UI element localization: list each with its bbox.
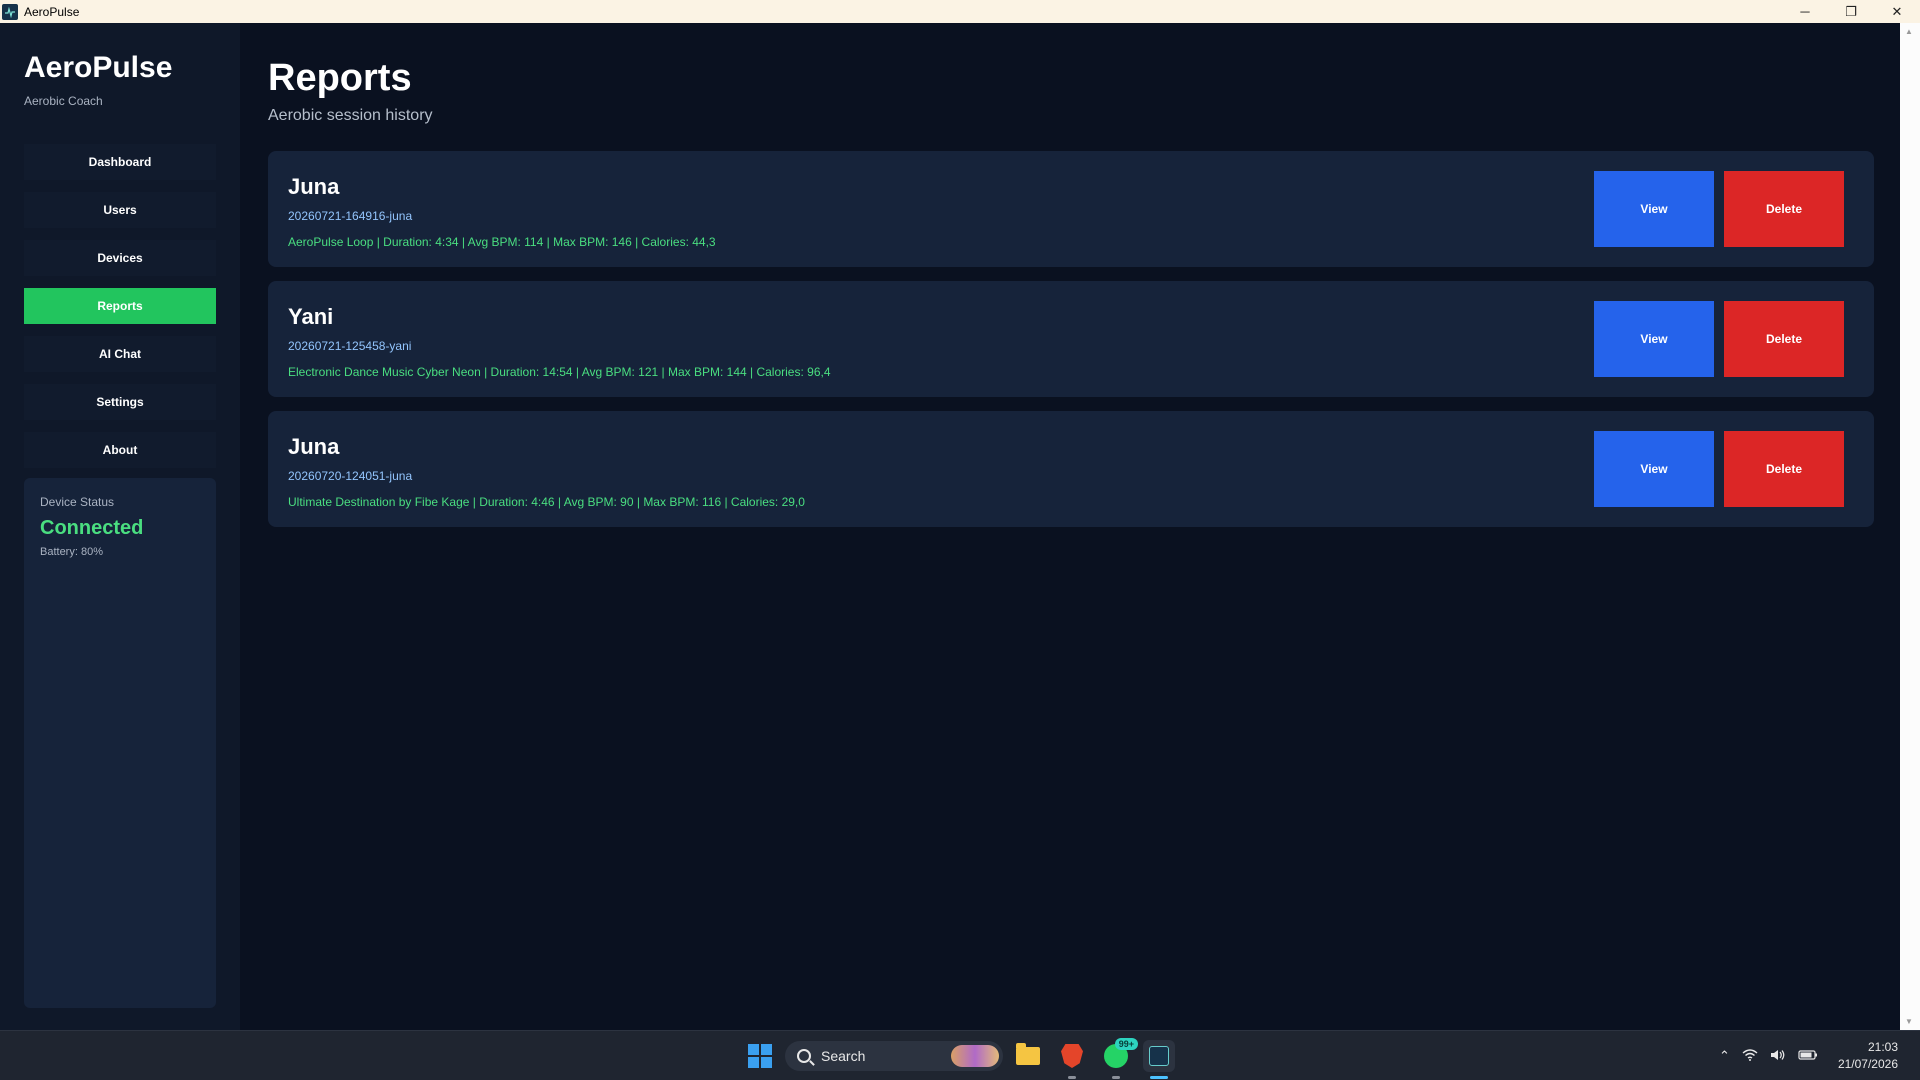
- window-titlebar: AeroPulse ─ ❐ ✕: [0, 0, 1920, 23]
- battery-level: Battery: 80%: [40, 546, 103, 558]
- search-icon: [797, 1049, 811, 1063]
- delete-report-button[interactable]: Delete: [1724, 301, 1844, 377]
- close-button[interactable]: ✕: [1874, 0, 1920, 23]
- clock-date: 21/07/2026: [1837, 1057, 1898, 1071]
- page-subtitle: Aerobic session history: [268, 107, 433, 124]
- report-card: Juna 20260721-164916-juna AeroPulse Loop…: [268, 151, 1874, 267]
- aeropulse-active-indicator: [1150, 1076, 1168, 1079]
- whatsapp-running-indicator: [1112, 1076, 1120, 1079]
- report-user-name: Yani: [288, 304, 334, 329]
- report-session-id: 20260720-124051-juna: [288, 469, 413, 483]
- report-list: Juna 20260721-164916-juna AeroPulse Loop…: [268, 151, 1874, 541]
- delete-report-button[interactable]: Delete: [1724, 431, 1844, 507]
- report-session-id: 20260721-125458-yani: [288, 339, 412, 353]
- main-content: Reports Aerobic session history Juna 202…: [240, 23, 1900, 1030]
- scroll-up-icon[interactable]: ▲: [1905, 27, 1913, 36]
- sidebar-nav: Dashboard Users Devices Reports AI Chat …: [24, 144, 216, 480]
- sidebar-item-dashboard[interactable]: Dashboard: [24, 144, 216, 180]
- taskbar-search[interactable]: Search: [785, 1041, 1003, 1071]
- window-controls: ─ ❐ ✕: [1782, 0, 1920, 23]
- minimize-button[interactable]: ─: [1782, 0, 1828, 23]
- whatsapp-icon[interactable]: 99+: [1100, 1038, 1138, 1072]
- whatsapp-badge: 99+: [1114, 1038, 1138, 1050]
- windows-start-icon[interactable]: [748, 1044, 772, 1068]
- taskbar-clock[interactable]: 21:03 21/07/2026: [1838, 1039, 1898, 1073]
- taskbar-search-label: Search: [821, 1048, 866, 1064]
- file-explorer-icon[interactable]: [1012, 1040, 1044, 1072]
- restore-button[interactable]: ❐: [1828, 0, 1874, 23]
- report-session-details: Electronic Dance Music Cyber Neon | Dura…: [288, 365, 831, 379]
- sidebar-item-devices[interactable]: Devices: [24, 240, 216, 276]
- sidebar-item-reports[interactable]: Reports: [24, 288, 216, 324]
- brave-running-indicator: [1068, 1076, 1076, 1079]
- battery-icon[interactable]: [1798, 1049, 1818, 1064]
- page-title: Reports: [268, 57, 412, 99]
- brave-browser-icon[interactable]: [1056, 1040, 1088, 1072]
- sidebar: AeroPulse Aerobic Coach Dashboard Users …: [0, 23, 240, 1030]
- brand-subtitle: Aerobic Coach: [24, 94, 103, 108]
- search-highlight-icon: [951, 1045, 999, 1067]
- taskbar: Search 99+ ⌃ 21:03 21/07/2026: [0, 1030, 1920, 1080]
- report-session-details: Ultimate Destination by Fibe Kage | Dura…: [288, 495, 805, 509]
- report-user-name: Juna: [288, 174, 340, 199]
- window-title: AeroPulse: [24, 4, 80, 19]
- aeropulse-taskbar-icon[interactable]: [1143, 1040, 1175, 1072]
- chevron-up-icon[interactable]: ⌃: [1719, 1048, 1730, 1064]
- device-status-panel: Device Status Connected Battery: 80%: [24, 478, 216, 1008]
- report-session-id: 20260721-164916-juna: [288, 209, 413, 223]
- sidebar-item-settings[interactable]: Settings: [24, 384, 216, 420]
- sidebar-item-users[interactable]: Users: [24, 192, 216, 228]
- wifi-icon[interactable]: [1742, 1048, 1758, 1064]
- clock-time: 21:03: [1867, 1040, 1898, 1054]
- report-session-details: AeroPulse Loop | Duration: 4:34 | Avg BP…: [288, 235, 716, 249]
- view-report-button[interactable]: View: [1594, 171, 1714, 247]
- delete-report-button[interactable]: Delete: [1724, 171, 1844, 247]
- view-report-button[interactable]: View: [1594, 431, 1714, 507]
- device-status-label: Device Status: [40, 495, 115, 509]
- scroll-down-icon[interactable]: ▼: [1905, 1017, 1913, 1026]
- sidebar-item-about[interactable]: About: [24, 432, 216, 468]
- report-card: Yani 20260721-125458-yani Electronic Dan…: [268, 281, 1874, 397]
- volume-icon[interactable]: [1770, 1049, 1786, 1064]
- view-report-button[interactable]: View: [1594, 301, 1714, 377]
- system-tray: ⌃ 21:03 21/07/2026: [1719, 1031, 1920, 1080]
- vertical-scrollbar[interactable]: ▲ ▼: [1900, 23, 1920, 1030]
- brand-title: AeroPulse: [24, 51, 173, 84]
- app-pulse-icon: [2, 3, 18, 20]
- sidebar-item-ai-chat[interactable]: AI Chat: [24, 336, 216, 372]
- device-status-value: Connected: [40, 517, 144, 539]
- report-card: Juna 20260720-124051-juna Ultimate Desti…: [268, 411, 1874, 527]
- report-user-name: Juna: [288, 434, 340, 459]
